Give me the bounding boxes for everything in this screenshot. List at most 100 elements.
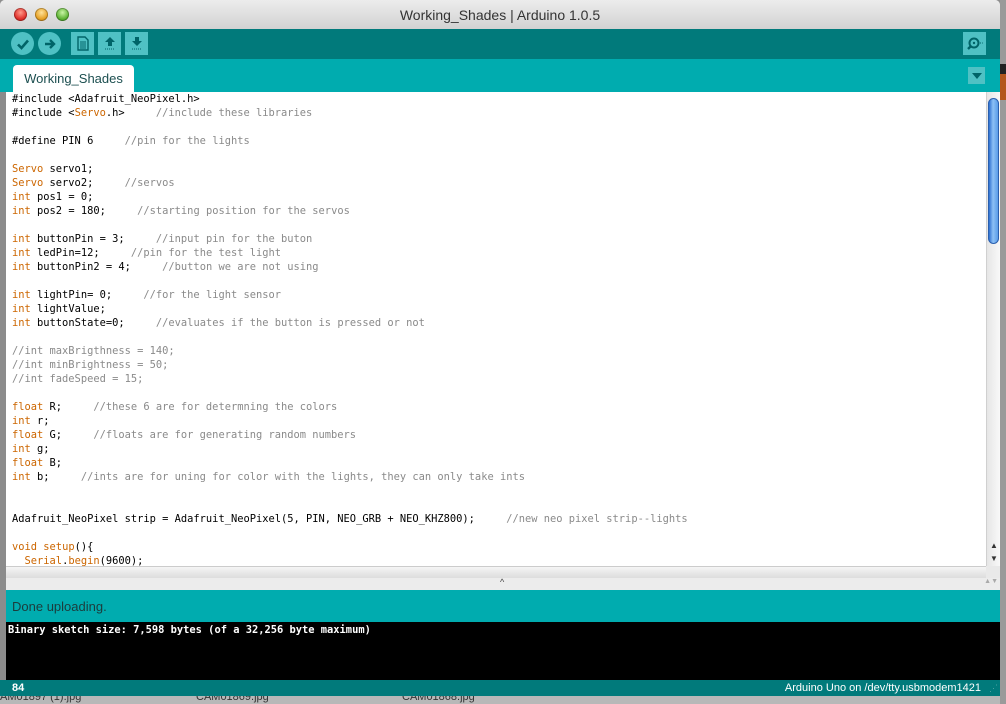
- code-comment: //floats are for generating random numbe…: [93, 429, 357, 441]
- save-sketch-button[interactable]: [125, 32, 148, 55]
- code-token: #include <Adafruit_NeoPixel.h>: [12, 93, 200, 105]
- code-editor[interactable]: #include <Adafruit_NeoPixel.h> #include <…: [6, 92, 986, 566]
- code-line[interactable]: [12, 386, 688, 400]
- code-line[interactable]: int r;: [12, 414, 688, 428]
- code-line[interactable]: Adafruit_NeoPixel strip = Adafruit_NeoPi…: [12, 512, 688, 526]
- code-text[interactable]: #include <Adafruit_NeoPixel.h> #include <…: [12, 92, 688, 566]
- verify-button[interactable]: [11, 32, 34, 55]
- code-keyword: begin: [68, 555, 100, 566]
- code-line[interactable]: void setup(){: [12, 540, 688, 554]
- save-arrow-down-icon: [131, 37, 142, 50]
- arduino-window: Working_Shades | Arduino 1.0.5 Working_S…: [0, 0, 1000, 696]
- code-line[interactable]: [12, 498, 688, 512]
- code-line[interactable]: //int fadeSpeed = 15;: [12, 372, 688, 386]
- code-line[interactable]: [12, 148, 688, 162]
- title-bar[interactable]: Working_Shades | Arduino 1.0.5: [0, 0, 1000, 30]
- code-line[interactable]: int ledPin=12; //pin for the test light: [12, 246, 688, 260]
- code-line[interactable]: #include <Adafruit_NeoPixel.h>: [12, 92, 688, 106]
- code-keyword: int: [12, 205, 31, 217]
- code-line[interactable]: //int minBrightness = 50;: [12, 358, 688, 372]
- code-line[interactable]: Servo servo1;: [12, 162, 688, 176]
- code-line[interactable]: int b; //ints are for uning for color wi…: [12, 470, 688, 484]
- code-token: ledPin=12;: [30, 247, 131, 259]
- code-line[interactable]: int pos2 = 180; //starting position for …: [12, 204, 688, 218]
- new-file-icon: [76, 36, 89, 51]
- code-line[interactable]: #define PIN 6 //pin for the lights: [12, 134, 688, 148]
- code-line[interactable]: //int maxBrigthness = 140;: [12, 344, 688, 358]
- code-token: g;: [30, 443, 50, 455]
- code-token: B;: [43, 457, 63, 469]
- console-text: Binary sketch size: 7,598 bytes (of a 32…: [8, 624, 371, 636]
- code-line[interactable]: Servo servo2; //servos: [12, 176, 688, 190]
- code-keyword: Serial: [24, 555, 63, 566]
- background-window-edge: [1000, 0, 1006, 704]
- code-line[interactable]: float R; //these 6 are for determning th…: [12, 400, 688, 414]
- code-comment: //int maxBrigthness = 140;: [12, 345, 175, 357]
- new-sketch-button[interactable]: [71, 32, 94, 55]
- code-comment: //int minBrightness = 50;: [12, 359, 169, 371]
- toolbar: [0, 29, 1000, 59]
- code-comment: //int fadeSpeed = 15;: [12, 373, 144, 385]
- desktop-file[interactable]: AM01897 (1).jpg: [0, 695, 81, 703]
- code-line[interactable]: #include <Servo.h> //include these libra…: [12, 106, 688, 120]
- code-comment: //ints are for uning for color with the …: [80, 471, 525, 483]
- code-keyword: Servo: [12, 177, 44, 189]
- code-line[interactable]: int pos1 = 0;: [12, 190, 688, 204]
- split-divider[interactable]: ^ ▲▼: [6, 577, 1000, 590]
- code-line[interactable]: int buttonState=0; //evaluates if the bu…: [12, 316, 688, 330]
- code-line[interactable]: [12, 274, 688, 288]
- code-comment: //servos: [124, 177, 175, 189]
- code-comment: //these 6 are for determning the colors: [93, 401, 338, 413]
- code-line[interactable]: [12, 120, 688, 134]
- resize-grip-icon[interactable]: ⋰: [989, 683, 998, 694]
- scroll-up-arrow[interactable]: ▲: [987, 539, 1000, 552]
- open-sketch-button[interactable]: [98, 32, 121, 55]
- code-line[interactable]: float G; //floats are for generating ran…: [12, 428, 688, 442]
- code-keyword: int: [12, 443, 31, 455]
- code-line[interactable]: [12, 526, 688, 540]
- code-keyword: int: [12, 247, 31, 259]
- arrow-right-icon: [44, 38, 56, 49]
- window-title: Working_Shades | Arduino 1.0.5: [399, 7, 601, 23]
- console-output[interactable]: Binary sketch size: 7,598 bytes (of a 32…: [6, 622, 1000, 680]
- desktop-file[interactable]: CAM01868.jpg: [402, 695, 475, 703]
- tab-menu-button[interactable]: [968, 67, 985, 84]
- code-token: G;: [43, 429, 94, 441]
- scroll-down-arrow[interactable]: ▼: [987, 552, 1000, 565]
- open-arrow-up-icon: [104, 37, 115, 50]
- code-line[interactable]: Serial.begin(9600);: [12, 554, 688, 566]
- code-line[interactable]: int buttonPin = 3; //input pin for the b…: [12, 232, 688, 246]
- code-comment: //input pin for the buton: [155, 233, 313, 245]
- code-token: (){: [74, 541, 94, 553]
- code-token: lightPin= 0;: [30, 289, 144, 301]
- code-keyword: int: [12, 317, 31, 329]
- code-keyword: void: [12, 541, 38, 553]
- triangle-down-icon: [971, 72, 982, 79]
- tab-working-shades[interactable]: Working_Shades: [13, 65, 134, 92]
- serial-monitor-button[interactable]: [963, 32, 986, 55]
- code-line[interactable]: int lightValue;: [12, 302, 688, 316]
- upload-button[interactable]: [38, 32, 61, 55]
- code-line[interactable]: int buttonPin2 = 4; //button we are not …: [12, 260, 688, 274]
- scrollbar-thumb[interactable]: [988, 98, 999, 244]
- code-keyword: int: [12, 415, 31, 427]
- desktop-file[interactable]: CAM01869.jpg: [196, 695, 269, 703]
- code-line[interactable]: int g;: [12, 442, 688, 456]
- code-line[interactable]: int lightPin= 0; //for the light sensor: [12, 288, 688, 302]
- code-line[interactable]: float B;: [12, 456, 688, 470]
- code-line[interactable]: [12, 330, 688, 344]
- line-number: 84: [12, 682, 25, 694]
- code-token: servo2;: [43, 177, 125, 189]
- code-line[interactable]: [12, 484, 688, 498]
- code-comment: //starting position for the servos: [137, 205, 350, 217]
- code-keyword: float: [12, 429, 44, 441]
- code-comment: //for the light sensor: [143, 289, 282, 301]
- magnifier-icon: [966, 37, 983, 50]
- code-keyword: int: [12, 289, 31, 301]
- code-line[interactable]: [12, 218, 688, 232]
- vertical-scrollbar[interactable]: ▲ ▼: [986, 92, 1000, 566]
